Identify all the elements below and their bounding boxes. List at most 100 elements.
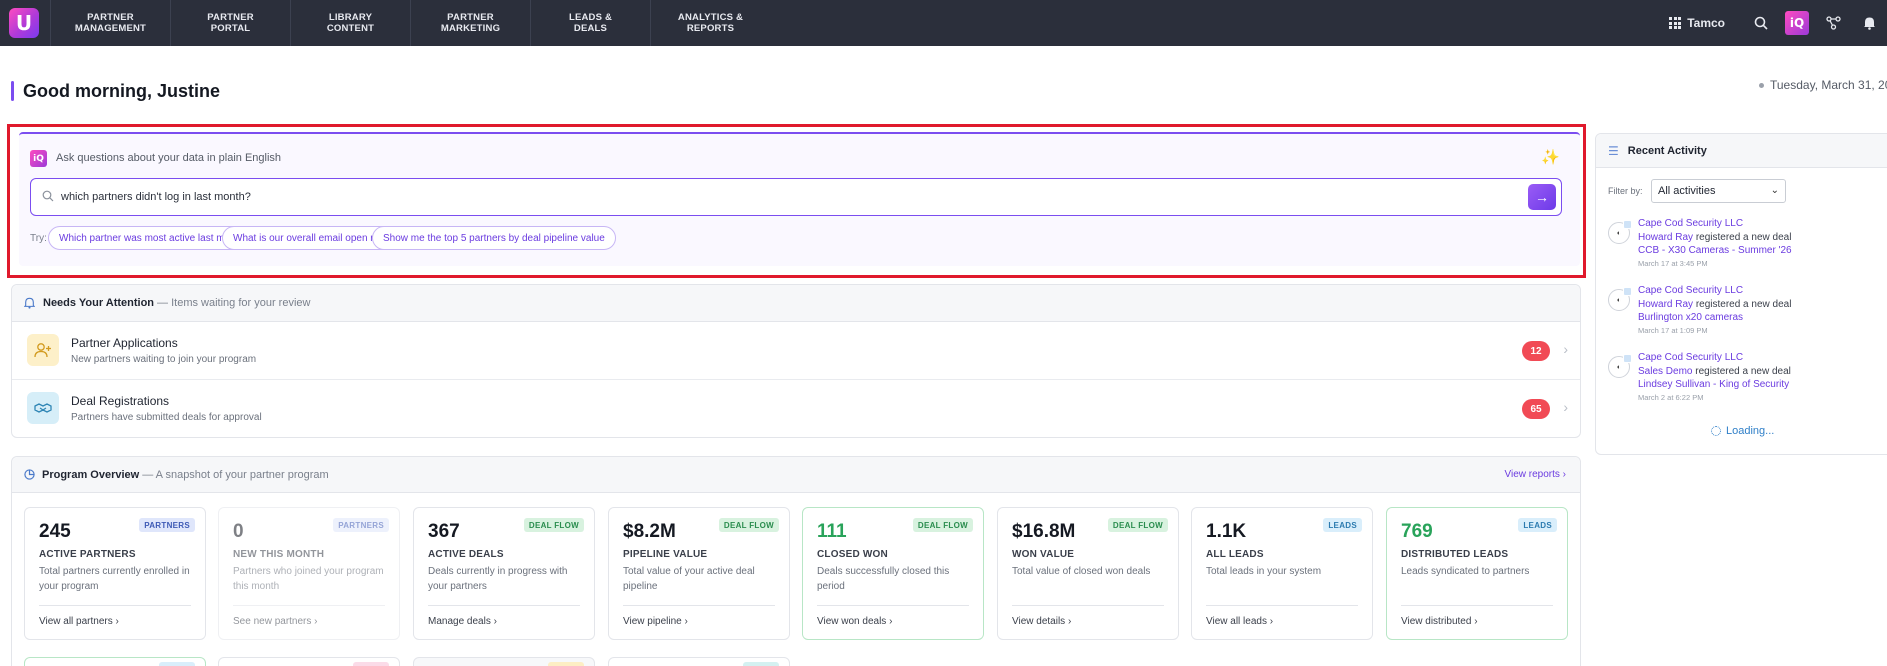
search-button[interactable] xyxy=(1743,0,1779,46)
divider xyxy=(1012,605,1164,606)
kpi-label: ACTIVE PARTNERS xyxy=(39,549,136,560)
bell-icon xyxy=(24,297,35,309)
kpi-card-stub xyxy=(413,657,595,666)
row-subtitle: New partners waiting to join your progra… xyxy=(71,354,257,365)
row-subtitle: Partners have submitted deals for approv… xyxy=(71,412,262,423)
kpi-label: ACTIVE DEALS xyxy=(428,549,504,560)
recent-activity-title: Recent Activity xyxy=(1627,144,1707,157)
kpi-card-active-deals[interactable]: 367 DEAL FLOW ACTIVE DEALS Deals current… xyxy=(413,507,595,640)
avatar: ◐ xyxy=(1608,220,1632,244)
loading-indicator: Loading... xyxy=(1711,425,1774,437)
count-badge: 12 xyxy=(1522,341,1550,361)
filter-value: All activities xyxy=(1658,185,1716,197)
kpi-link[interactable]: View details › xyxy=(1012,616,1071,627)
kpi-tag: PARTNERS xyxy=(333,518,389,532)
row-title: Partner Applications xyxy=(71,336,178,350)
view-reports-link[interactable]: View reports › xyxy=(1504,469,1566,480)
row-title: Deal Registrations xyxy=(71,394,170,408)
nav-partner-management[interactable]: PARTNER MANAGEMENT xyxy=(50,0,170,46)
network-button[interactable] xyxy=(1815,0,1851,46)
kpi-link[interactable]: View all leads › xyxy=(1206,616,1273,627)
send-button[interactable]: → xyxy=(1528,184,1556,210)
activity-user-link[interactable]: Howard Ray xyxy=(1638,232,1693,243)
kpi-label: CLOSED WON xyxy=(817,549,888,560)
kpi-value: 769 xyxy=(1401,521,1433,542)
search-icon xyxy=(42,190,54,202)
ask-iq-panel: iQ Ask questions about your data in plai… xyxy=(19,132,1580,266)
kpi-card-won-value[interactable]: $16.8M DEAL FLOW WON VALUE Total value o… xyxy=(997,507,1179,640)
tenant-name: Tamco xyxy=(1687,16,1725,30)
recent-activity-header: ☰ Recent Activity xyxy=(1596,134,1887,168)
divider xyxy=(39,605,191,606)
nav-library-content[interactable]: LIBRARY CONTENT xyxy=(290,0,410,46)
kpi-label: WON VALUE xyxy=(1012,549,1075,560)
kpi-value: 245 xyxy=(39,521,71,542)
kpi-link[interactable]: Manage deals › xyxy=(428,616,497,627)
kpi-card-closed-won[interactable]: 111 DEAL FLOW CLOSED WON Deals successfu… xyxy=(802,507,984,640)
kpi-link[interactable]: View won deals › xyxy=(817,616,892,627)
kpi-link[interactable]: View pipeline › xyxy=(623,616,688,627)
ask-label: Ask questions about your data in plain E… xyxy=(56,152,282,164)
kpi-card-stub xyxy=(218,657,400,666)
kpi-tag: LEADS xyxy=(1323,518,1362,532)
kpi-value: 1.1K xyxy=(1206,521,1247,542)
nav-partner-portal[interactable]: PARTNER PORTAL xyxy=(170,0,290,46)
attention-header: Needs Your Attention — Items waiting for… xyxy=(12,285,1580,322)
activity-user-link[interactable]: Howard Ray xyxy=(1638,299,1693,310)
page-title: Good morning, Justine xyxy=(23,81,220,101)
notifications-button[interactable] xyxy=(1851,0,1887,46)
kpi-card-pipeline-value[interactable]: $8.2M DEAL FLOW PIPELINE VALUE Total val… xyxy=(608,507,790,640)
chevron-down-icon: ⌄ xyxy=(1770,185,1779,196)
divider xyxy=(817,605,969,606)
ask-query-input[interactable] xyxy=(61,179,1501,214)
attention-row-deal-registrations[interactable]: Deal Registrations Partners have submitt… xyxy=(12,380,1580,438)
attention-row-partner-applications[interactable]: Partner Applications New partners waitin… xyxy=(12,322,1580,380)
kpi-label: NEW THIS MONTH xyxy=(233,549,325,560)
kpi-card-distributed-leads[interactable]: 769 LEADS DISTRIBUTED LEADS Leads syndic… xyxy=(1386,507,1568,640)
kpi-link[interactable]: See new partners › xyxy=(233,616,318,627)
kpi-link[interactable]: View all partners › xyxy=(39,616,119,627)
kpi-description: Total value of closed won deals xyxy=(1012,566,1151,577)
nav-leads-deals[interactable]: LEADS & DEALS xyxy=(530,0,650,46)
kpi-tag: DEAL FLOW xyxy=(912,518,973,532)
kpi-value: 367 xyxy=(428,521,460,542)
activity-line: Howard Ray registered a new deal xyxy=(1638,299,1792,310)
activity-filter-select[interactable]: All activities ⌄ xyxy=(1651,179,1786,203)
kpi-card-active-partners[interactable]: 245 PARTNERS ACTIVE PARTNERS Total partn… xyxy=(24,507,206,640)
top-nav: U PARTNER MANAGEMENT PARTNER PORTAL LIBR… xyxy=(0,0,1887,46)
nav-partner-marketing[interactable]: PARTNER MARKETING xyxy=(410,0,530,46)
kpi-card-all-leads[interactable]: 1.1K LEADS ALL LEADS Total leads in your… xyxy=(1191,507,1373,640)
nav-analytics-reports[interactable]: ANALYTICS & REPORTS xyxy=(650,0,770,46)
activity-time: March 17 at 3:45 PM xyxy=(1638,259,1708,268)
app-logo[interactable]: U xyxy=(9,8,39,38)
iq-button[interactable]: iQ xyxy=(1779,0,1815,46)
recent-activity-panel: ☰ Recent Activity Filter by: All activit… xyxy=(1595,133,1887,455)
activity-org-link[interactable]: Cape Cod Security LLC xyxy=(1638,352,1743,363)
activity-org-link[interactable]: Cape Cod Security LLC xyxy=(1638,218,1743,229)
attention-subtitle: — Items waiting for your review xyxy=(157,297,311,309)
activity-user-link[interactable]: Sales Demo xyxy=(1638,366,1692,377)
avatar: ◐ xyxy=(1608,354,1632,378)
kpi-description: Deals successfully closed this period xyxy=(817,566,950,592)
iq-icon: iQ xyxy=(1785,11,1809,35)
activity-org-link[interactable]: Cape Cod Security LLC xyxy=(1638,285,1743,296)
kpi-tag: DEAL FLOW xyxy=(523,518,584,532)
tenant-switcher[interactable]: Tamco xyxy=(1669,16,1725,30)
activity-deal-link[interactable]: Lindsey Sullivan - King of Security xyxy=(1638,379,1789,390)
kpi-value: 111 xyxy=(817,521,847,542)
activity-deal-link[interactable]: Burlington x20 cameras xyxy=(1638,312,1743,323)
kpi-description: Total leads in your system xyxy=(1206,566,1322,577)
overview-subtitle: — A snapshot of your partner program xyxy=(142,468,329,481)
nav-right-tools: Tamco iQ xyxy=(1669,0,1887,46)
user-add-icon xyxy=(27,334,59,366)
kpi-link[interactable]: View distributed › xyxy=(1401,616,1478,627)
kpi-description: Total partners currently enrolled in you… xyxy=(39,566,190,592)
program-overview-panel: Program Overview — A snapshot of your pa… xyxy=(11,456,1581,666)
kpi-value: $16.8M xyxy=(1012,521,1076,542)
suggestion-chip[interactable]: Show me the top 5 partners by deal pipel… xyxy=(372,226,616,250)
search-icon xyxy=(1754,16,1768,30)
activity-deal-link[interactable]: CCB - X30 Cameras - Summer '26 xyxy=(1638,245,1792,256)
activity-item: ◐ Cape Cod Security LLC Howard Ray regis… xyxy=(1608,218,1887,272)
kpi-card-new-this-month[interactable]: 0 PARTNERS NEW THIS MONTH Partners who j… xyxy=(218,507,400,640)
count-badge: 65 xyxy=(1522,399,1550,419)
